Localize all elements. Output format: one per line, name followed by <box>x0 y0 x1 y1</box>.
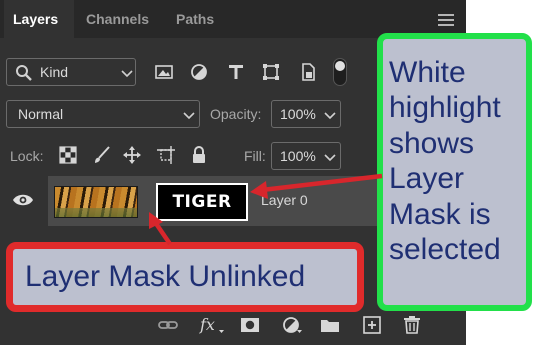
mask-selected-callout-text: White highlight shows Layer Mask is sele… <box>389 56 501 267</box>
filter-toggle-icon[interactable] <box>333 58 347 86</box>
type-filter-icon[interactable] <box>226 62 246 82</box>
layer-thumbnail[interactable] <box>54 186 138 218</box>
mask-unlinked-callout: Layer Mask Unlinked <box>6 242 364 312</box>
link-layers-icon[interactable] <box>158 316 178 334</box>
add-mask-icon[interactable] <box>240 316 260 334</box>
panel-menu-icon[interactable] <box>438 14 454 26</box>
delete-icon[interactable] <box>402 316 422 334</box>
tab-paths[interactable]: Paths <box>176 0 214 38</box>
visibility-eye-icon[interactable] <box>12 192 34 208</box>
chevron-down-icon <box>324 154 336 162</box>
opacity-value: 100% <box>280 106 316 122</box>
chevron-down-icon <box>183 112 195 120</box>
smart-object-filter-icon[interactable] <box>298 62 318 82</box>
fx-icon[interactable]: fx <box>199 316 225 334</box>
blend-mode-value: Normal <box>18 106 64 122</box>
blend-mode-select[interactable]: Normal <box>6 100 200 128</box>
lock-transparent-pixels-icon[interactable] <box>58 145 78 165</box>
new-layer-icon[interactable] <box>362 316 382 334</box>
kind-filter-select[interactable]: Kind <box>6 58 136 86</box>
opacity-field[interactable]: 100% <box>271 100 341 128</box>
lock-position-icon[interactable] <box>122 145 142 165</box>
mask-unlinked-callout-text: Layer Mask Unlinked <box>25 260 306 293</box>
chevron-down-icon <box>121 70 133 78</box>
tab-channels[interactable]: Channels <box>86 0 149 38</box>
layer-mask-thumbnail[interactable]: TIGER <box>156 183 248 221</box>
tab-layers[interactable]: Layers <box>4 0 74 38</box>
adjustment-filter-icon[interactable] <box>189 62 209 82</box>
new-group-icon[interactable] <box>320 316 340 334</box>
mask-text: TIGER <box>172 192 232 212</box>
kind-filter-label: Kind <box>40 64 69 80</box>
lock-artboard-icon[interactable] <box>156 145 176 165</box>
layer-name[interactable]: Layer 0 <box>261 192 308 208</box>
chevron-down-icon <box>324 112 336 120</box>
image-filter-icon[interactable] <box>154 62 174 82</box>
shape-filter-icon[interactable] <box>261 62 281 82</box>
adjustment-layer-icon[interactable] <box>282 316 302 334</box>
search-icon <box>16 65 32 81</box>
fill-field[interactable]: 100% <box>271 142 341 170</box>
fill-label: Fill: <box>244 148 266 164</box>
mask-selected-callout: White highlight shows Layer Mask is sele… <box>377 33 532 311</box>
lock-image-pixels-icon[interactable] <box>92 145 112 165</box>
lock-label: Lock: <box>10 148 44 164</box>
svg-text:fx: fx <box>199 316 215 334</box>
opacity-label: Opacity: <box>210 106 262 122</box>
fill-value: 100% <box>280 148 316 164</box>
lock-all-icon[interactable] <box>189 145 209 165</box>
